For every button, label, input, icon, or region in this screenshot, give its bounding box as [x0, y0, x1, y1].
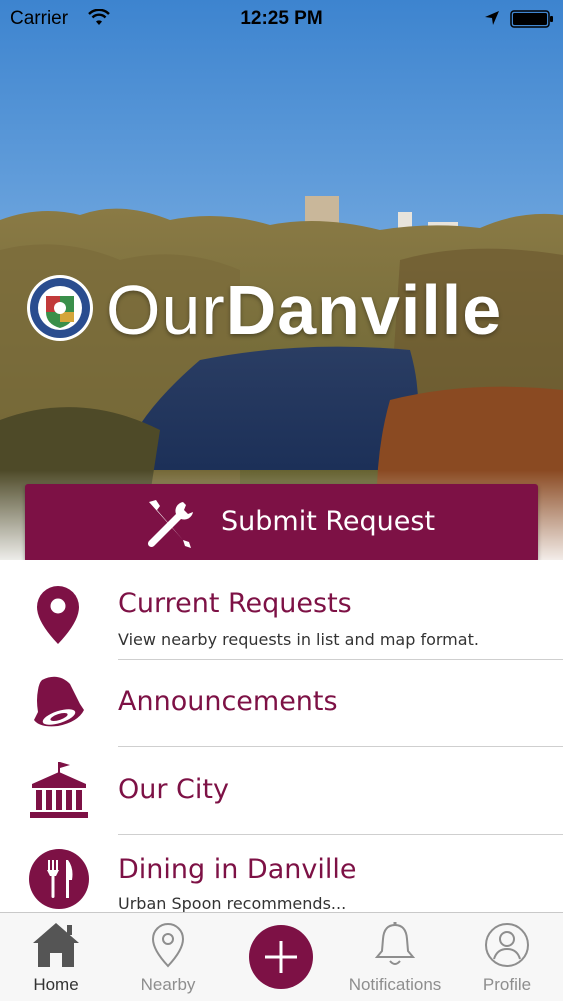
hero-banner: Carrier 12:25 PM OurDanville Submit Requ…: [0, 0, 563, 560]
plus-icon: [265, 941, 297, 973]
menu-item-title: Dining in Danville: [118, 854, 357, 885]
tab-label: Nearby: [140, 975, 196, 994]
menu-item-title: Announcements: [118, 686, 338, 717]
menu-item-title: Our City: [118, 774, 229, 805]
divider: [118, 834, 563, 835]
tab-profile[interactable]: Profile: [451, 913, 563, 1001]
clock-time: 12:25 PM: [240, 8, 323, 29]
map-pin-outline-icon: [112, 921, 224, 973]
bell-outline-icon: [339, 921, 451, 973]
tab-label: Notifications: [348, 975, 442, 994]
divider: [118, 746, 563, 747]
bell-icon: [28, 672, 90, 738]
battery-icon: [510, 9, 554, 35]
profile-icon: [451, 921, 563, 973]
tab-home[interactable]: Home: [0, 913, 112, 1001]
menu-item-current-requests[interactable]: Current Requests View nearby requests in…: [0, 562, 563, 660]
location-arrow-icon: [484, 10, 500, 32]
app-title: OurDanville: [106, 270, 502, 350]
tab-nearby[interactable]: Nearby: [112, 913, 224, 1001]
wrench-screwdriver-icon: [143, 498, 195, 554]
app-title-prefix: Our: [106, 271, 226, 349]
tab-label: Home: [33, 975, 79, 994]
city-hall-icon: [28, 760, 90, 826]
menu-item-dining[interactable]: Dining in Danville Urban Spoon recommend…: [0, 836, 563, 912]
menu-list: Current Requests View nearby requests in…: [0, 562, 563, 912]
tab-bar: Home Nearby Notifications Profile: [0, 912, 563, 1001]
tab-label: Profile: [482, 975, 532, 994]
tab-notifications[interactable]: Notifications: [339, 913, 451, 1001]
menu-item-subtitle: View nearby requests in list and map for…: [118, 630, 479, 649]
fork-knife-icon: [28, 848, 90, 912]
menu-item-our-city[interactable]: Our City: [0, 748, 563, 836]
submit-request-label: Submit Request: [221, 506, 436, 537]
home-icon: [0, 921, 112, 973]
menu-item-title: Current Requests: [118, 588, 352, 619]
status-bar: Carrier 12:25 PM: [0, 0, 563, 38]
add-request-button[interactable]: [249, 925, 313, 989]
menu-item-announcements[interactable]: Announcements: [0, 660, 563, 748]
menu-item-subtitle: Urban Spoon recommends...: [118, 894, 347, 912]
submit-request-button[interactable]: Submit Request: [25, 484, 538, 560]
city-seal-icon: [26, 274, 94, 346]
map-pin-icon: [34, 584, 82, 650]
app-title-name: Danville: [225, 271, 503, 349]
